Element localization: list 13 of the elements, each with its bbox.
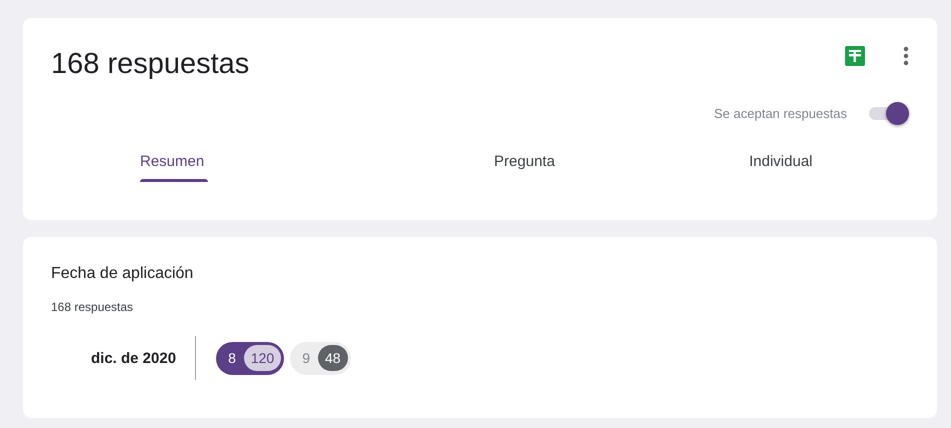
response-count: 168 respuestas: [51, 300, 134, 314]
tab[interactable]: Individual: [652, 147, 909, 182]
question-title: Fecha de aplicación: [51, 265, 194, 283]
month-label: dic. de 2020: [91, 350, 176, 366]
tab[interactable]: Resumen: [51, 147, 396, 182]
date-chip[interactable]: 9 48: [290, 342, 351, 374]
more-options-icon[interactable]: [903, 46, 909, 66]
tab[interactable]: Pregunta: [396, 147, 653, 182]
response-count-title: 168 respuestas: [51, 48, 250, 81]
accepting-responses-toggle[interactable]: [867, 101, 909, 125]
date-chip[interactable]: 8 120: [216, 342, 284, 374]
accepting-responses-label: Se aceptan respuestas: [714, 106, 847, 120]
spreadsheet-icon[interactable]: [845, 46, 865, 66]
